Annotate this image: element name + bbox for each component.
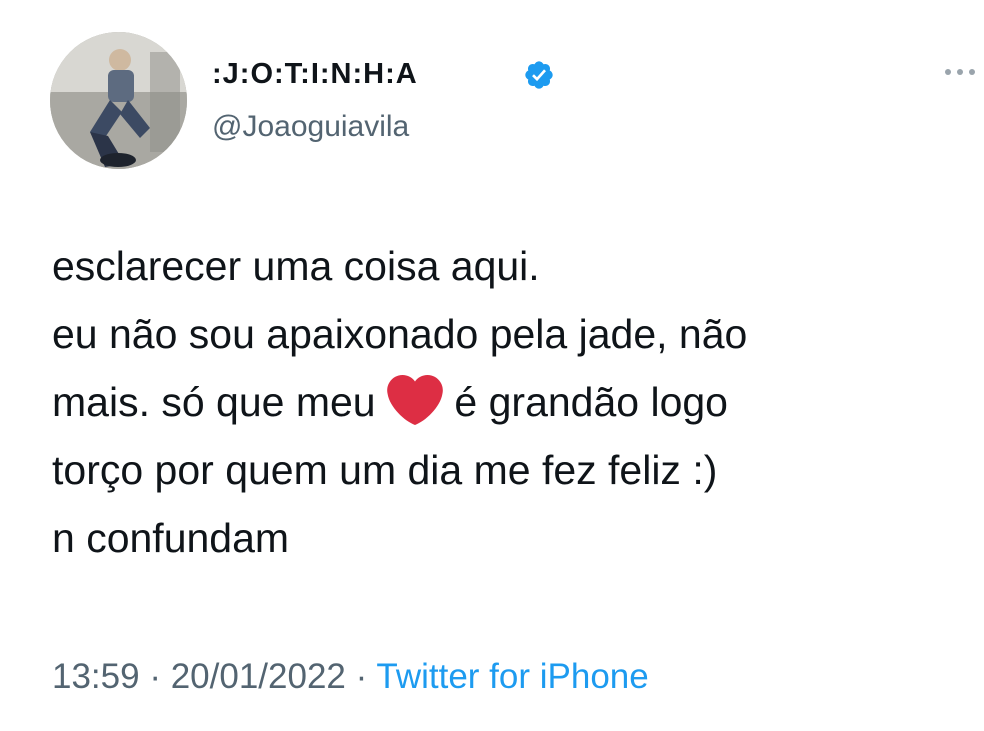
tweet-text: esclarecer uma coisa aqui. eu não sou ap… <box>52 232 972 572</box>
tweet-date[interactable]: 20/01/2022 <box>171 657 346 696</box>
profile-photo <box>50 32 187 169</box>
tweet-line: n confundam <box>52 515 290 561</box>
tweet-line-part: mais. só que meu <box>52 379 376 425</box>
meta-separator: · <box>355 657 368 696</box>
tweet-line: mais. só que meu é grandão logo <box>52 368 972 436</box>
tweet-source-link[interactable]: Twitter for iPhone <box>376 657 648 696</box>
tweet-line: esclarecer uma coisa aqui. <box>52 243 540 289</box>
display-name[interactable]: :J:O:T:I:N:H:A <box>212 56 418 92</box>
tweet-time[interactable]: 13:59 <box>52 657 140 696</box>
user-handle[interactable]: @Joaoguiavila <box>212 109 409 145</box>
tweet-line: torço por quem um dia me fez feliz :) <box>52 447 718 493</box>
meta-separator: · <box>149 657 161 696</box>
avatar[interactable] <box>50 32 187 169</box>
tweet-meta: 13:59 · 20/01/2022 · Twitter for iPhone <box>52 655 649 699</box>
verified-badge-icon <box>525 61 553 89</box>
heart-emoji-icon <box>387 375 443 425</box>
more-dots-icon[interactable] <box>940 60 980 84</box>
tweet-line: eu não sou apaixonado pela jade, não <box>52 311 748 357</box>
tweet-line-part: é grandão logo <box>454 379 728 425</box>
